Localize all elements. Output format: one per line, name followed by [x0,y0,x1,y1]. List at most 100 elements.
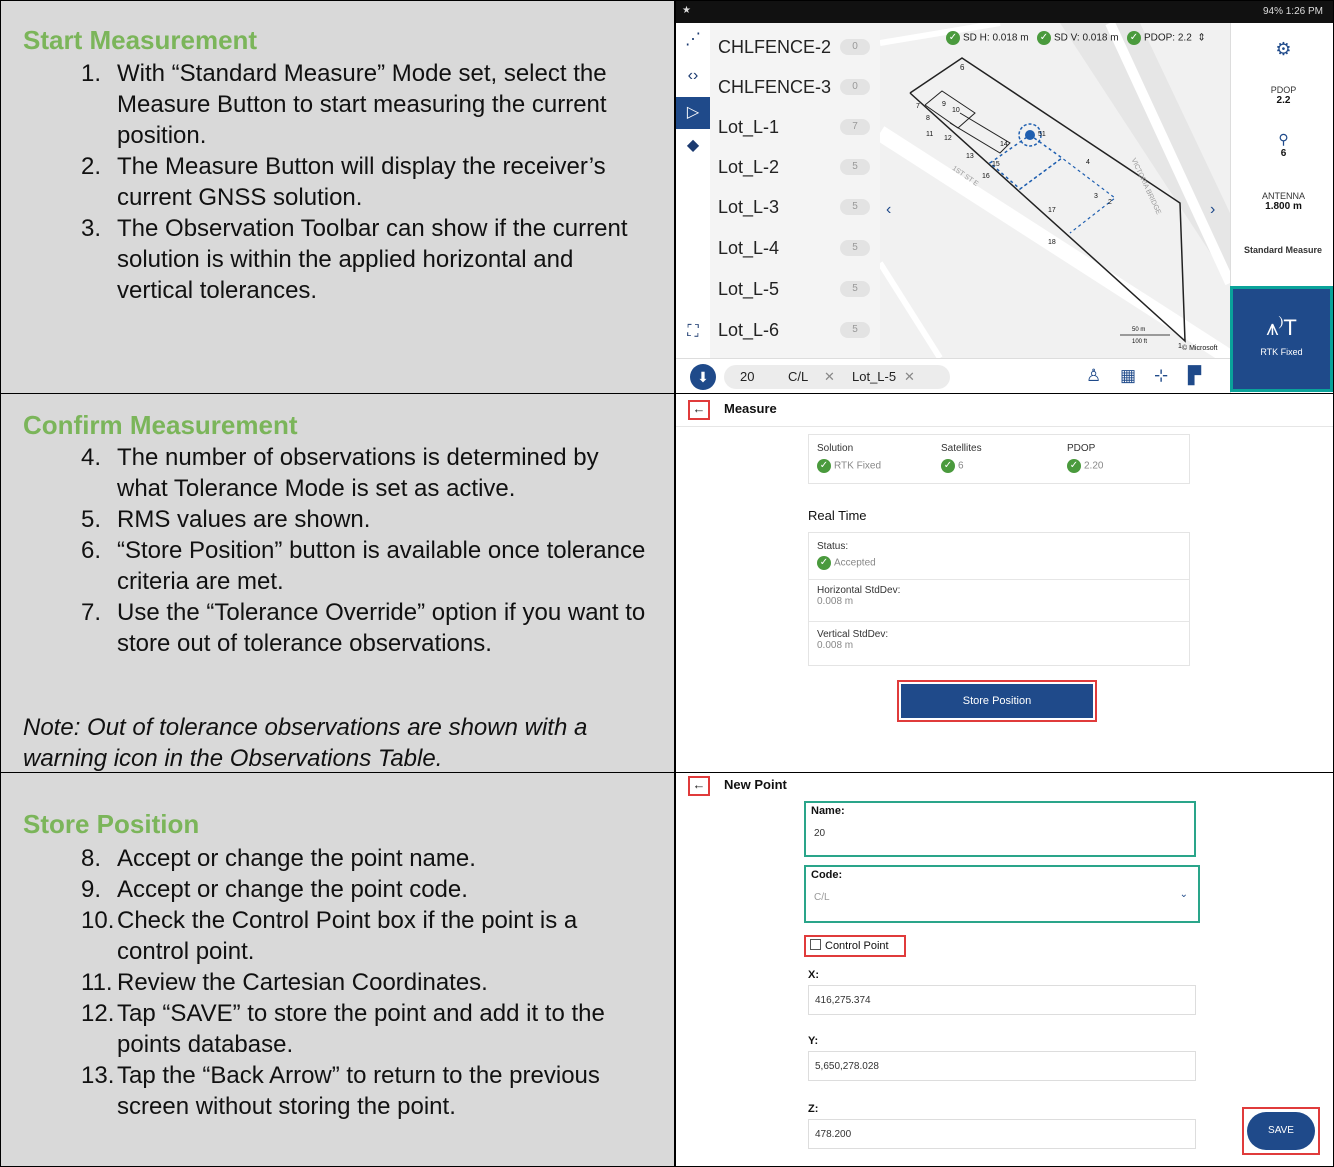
list-item[interactable]: Lot_L-4 5 [710,228,880,268]
point-chip[interactable]: 20 [740,365,754,389]
list-item[interactable]: Lot_L-1 7 [710,107,880,147]
receiver-icon: ⩚⁾T [1266,315,1297,340]
antenna-readout[interactable]: ANTENNA 1.800 m [1231,191,1333,212]
save-button[interactable]: SAVE [1242,1107,1320,1155]
back-arrow-icon[interactable]: ← [688,400,710,420]
observation-toolbar[interactable]: ✓ SD H: 0.018 m ✓ SD V: 0.018 m ✓ PDOP: 2.2… [946,31,1206,53]
section-confirm-measurement: Confirm Measurement 4. The number of obse… [0,393,675,773]
map-point-label: 11 [926,131,934,138]
code-icon[interactable]: ‹› [676,67,710,85]
chevron-left-icon[interactable]: ‹ [886,201,891,219]
step-item: 6. “Store Position” button is available o… [81,537,646,595]
map-point-label: 6 [960,63,965,72]
satellite-icon: ⚲ [1278,131,1289,147]
step-item: 3. The Observation Toolbar can show if th… [81,215,628,304]
calculator-icon[interactable]: ▦ [1120,366,1136,386]
section-store-position: Store Position 8. Accept or change the po… [0,772,675,1167]
list-item[interactable]: Lot_L-6 5 [710,310,880,350]
offset-icon[interactable]: ⊹ [1154,366,1168,386]
expand-icon[interactable]: ⛶ [676,323,710,341]
satellite-readout: ⚲ 6 [1278,131,1289,159]
rtk-status: RTK Fixed [1260,347,1303,357]
checkbox-icon [810,939,821,950]
app-header: ← New Point [676,773,1333,796]
navigate-icon[interactable]: ▷ [676,97,710,129]
scale-label: 50 m [1132,327,1146,333]
layers-icon[interactable]: ◆ [676,135,710,155]
measure-mode[interactable]: Standard Measure [1243,245,1323,255]
map-point-label: 14 [1000,141,1008,148]
active-chips: 20 C/L ✕ Lot_L-5 ✕ [724,365,950,389]
page-title: Measure [724,401,777,416]
check-icon: ✓ [817,459,831,473]
location-pin-icon[interactable]: ⬇ [690,364,716,390]
app-header: ← Measure [676,394,1333,427]
section-start-measurement: Start Measurement 1. With “Standard Measu… [0,0,675,394]
check-icon: ✓ [1067,459,1081,473]
realtime-heading: Real Time [808,508,867,523]
list-item[interactable]: CHLFENCE-2 0 [710,27,880,67]
chevron-right-icon[interactable]: › [1210,201,1215,219]
updown-icon[interactable]: ⇕ [1195,33,1205,44]
horizontal-stddev-row: Horizontal StdDev: 0.008 m [817,585,901,607]
map-point-label: 18 [1048,239,1056,246]
settings-gear-icon[interactable]: ⚙ [1231,39,1333,60]
x-field[interactable]: 416,275.374 [808,985,1196,1015]
status-row: Status: ✓ Accepted [817,541,876,570]
stakeout-icon[interactable]: ♙ [1086,366,1101,386]
star-icon: ★ [682,5,691,16]
code-chip[interactable]: C/L [788,365,808,389]
back-arrow-icon[interactable]: ← [688,776,710,796]
line-chip[interactable]: Lot_L-5 [852,365,896,389]
scale-label: 100 ft [1132,339,1148,345]
map-drawing [880,23,1230,358]
list-item[interactable]: Lot_L-3 5 [710,187,880,227]
store-position-button[interactable]: Store Position [897,680,1097,722]
status-time: 94% 1:26 PM [1262,6,1323,17]
section-title: Confirm Measurement [23,410,298,440]
check-icon: ✓ [941,459,955,473]
map-settings-icon[interactable]: ▛ [1188,366,1201,386]
step-item: 7. Use the “Tolerance Override” option if… [81,599,646,657]
name-field[interactable]: 20 [808,819,1192,849]
bottom-toolbar: ⬇ 20 C/L ✕ Lot_L-5 ✕ ♙ ▦ ⊹ ▛ [676,358,1230,393]
chevron-down-icon: ⌄ [1179,889,1188,900]
map-point-label: 16 [982,173,990,180]
control-point-checkbox[interactable]: Control Point [804,935,906,957]
step-item: 9. Accept or change the point code. [81,876,468,903]
screenshot-measure: ← Measure Solution ✓ RTK Fixed Satellites … [675,393,1334,773]
summary-card: Solution ✓ RTK Fixed Satellites ✓ 6 PDOP ✓… [808,434,1190,484]
x-label: X: [808,969,819,981]
point-list: CHLFENCE-2 0 CHLFENCE-3 0 Lot_L-1 7 Lot_L-2… [710,23,880,358]
y-field[interactable]: 5,650,278.028 [808,1051,1196,1081]
step-list: 1. With “Standard Measure” Mode set, sele… [81,58,654,306]
map-point-label: 2 [1108,199,1112,206]
instruction-table: Start Measurement 1. With “Standard Measu… [0,0,1334,1167]
z-label: Z: [808,1103,819,1115]
map-canvas[interactable]: 6 7 8 9 10 11 12 13 14 15 16 17 18 3 2 4… [880,23,1230,358]
y-label: Y: [808,1035,819,1047]
code-label: Code: [811,869,843,881]
dots-icon[interactable]: ⋰ [676,29,710,49]
side-nav: ⋰ ‹› ▷ ◆ ⛶ [676,23,711,393]
step-list: 8. Accept or change the point name. 9. Acc… [81,843,654,1122]
check-icon: ✓ [817,556,831,570]
close-icon[interactable]: ✕ [824,365,835,389]
list-item[interactable]: Lot_L-5 5 [710,269,880,309]
vertical-stddev-row: Vertical StdDev: 0.008 m [817,629,889,651]
map-point-label: 15 [992,161,1000,168]
measure-button[interactable]: ⩚⁾T RTK Fixed [1230,286,1333,392]
map-point-label: 17 [1048,207,1056,214]
step-item: 10. Check the Control Point box if the po… [81,907,578,965]
step-item: 12. Tap “SAVE” to store the point and add… [81,1000,605,1058]
code-select[interactable]: C/L ⌄ [808,883,1196,913]
check-icon: ✓ [1126,31,1141,45]
map-point-label: 12 [944,135,952,142]
close-icon[interactable]: ✕ [904,365,915,389]
z-field[interactable]: 478.200 [808,1119,1196,1149]
list-item[interactable]: CHLFENCE-3 0 [710,67,880,107]
list-item[interactable]: Lot_L-2 5 [710,147,880,187]
map-point-label: 4 [1086,159,1090,166]
screenshot-map-view: ★ 94% 1:26 PM ⋰ ‹› ▷ ◆ ⛶ CHLFENCE-2 0 CHL… [675,0,1334,394]
status-bar: ★ 94% 1:26 PM [676,1,1333,23]
